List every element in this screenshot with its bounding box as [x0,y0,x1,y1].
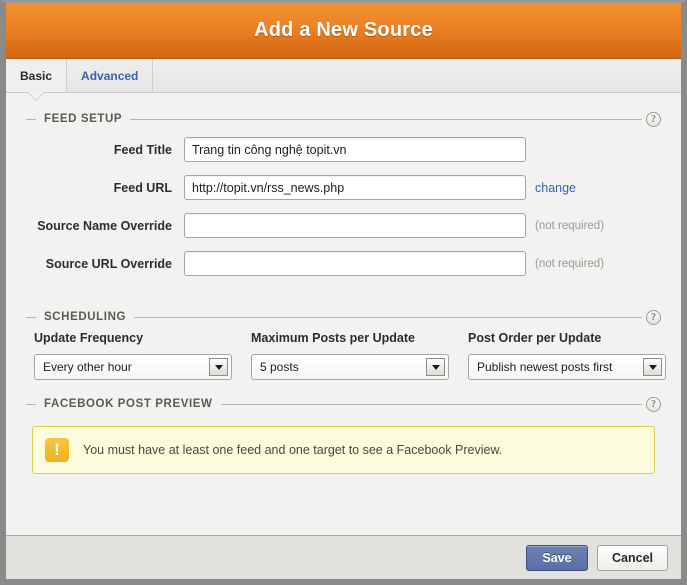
section-scheduling-legend: SCHEDULING [44,311,127,323]
feed-url-label: Feed URL [113,180,172,195]
chevron-down-icon[interactable] [209,358,228,376]
source-url-override-label: Source URL Override [45,256,172,271]
tab-basic[interactable]: Basic [6,59,68,100]
tab-advanced[interactable]: Advanced [67,59,154,92]
scheduling-controls: Update Frequency Every other hour Maximu… [26,325,666,390]
section-facebook-preview-legend: FACEBOOK POST PREVIEW [44,398,213,410]
feed-title-input[interactable] [184,137,526,162]
facebook-preview-warning-text: You must have at least one feed and one … [83,443,503,457]
max-posts-value: 5 posts [260,360,299,374]
section-scheduling-header: SCHEDULING ? [26,309,661,325]
dialog-footer: Save Cancel [6,535,681,579]
help-icon[interactable]: ? [646,111,661,127]
tab-basic-label: Basic [20,68,53,83]
source-name-override-hint: (not required) [535,219,605,232]
update-frequency-group: Update Frequency Every other hour [34,331,232,380]
section-feed-setup-legend: FEED SETUP [44,113,123,125]
source-name-override-input[interactable] [184,213,526,238]
max-posts-select[interactable]: 5 posts [251,354,449,380]
dialog-body: FEED SETUP ? Feed Title Feed URL change … [6,93,681,535]
source-url-override-hint: (not required) [535,257,605,270]
section-feed-setup: FEED SETUP ? Feed Title Feed URL change … [26,111,661,303]
dialog-titlebar: Add a New Source [6,3,681,59]
warning-icon: ! [45,438,69,462]
save-button[interactable]: Save [526,544,588,571]
facebook-preview-warning: ! You must have at least one feed and on… [32,426,655,474]
field-row-source-url-override: Source URL Override (not required) [26,251,661,276]
chevron-down-icon[interactable] [426,358,445,376]
help-icon[interactable]: ? [646,309,661,325]
divider [26,316,36,318]
update-frequency-select[interactable]: Every other hour [34,354,232,380]
divider [26,118,36,120]
chevron-down-icon[interactable] [643,358,662,376]
add-source-dialog: Add a New Source Basic Advanced FEED SET… [0,0,687,585]
post-order-group: Post Order per Update Publish newest pos… [468,331,666,380]
divider [130,118,642,120]
tab-advanced-label: Advanced [81,68,139,83]
help-icon[interactable]: ? [646,396,661,412]
change-feed-url-link[interactable]: change [535,181,576,195]
active-tab-pointer-icon [28,92,45,100]
max-posts-group: Maximum Posts per Update 5 posts [251,331,449,380]
post-order-label: Post Order per Update [468,331,602,345]
update-frequency-label: Update Frequency [34,331,144,345]
update-frequency-value: Every other hour [43,360,132,374]
source-name-override-label: Source Name Override [37,218,172,233]
divider [220,403,642,405]
dialog-title: Add a New Source [254,19,433,41]
source-url-override-input[interactable] [184,251,526,276]
post-order-select[interactable]: Publish newest posts first [468,354,666,380]
tab-bar: Basic Advanced [6,59,681,100]
field-row-source-name-override: Source Name Override (not required) [26,213,661,238]
feed-url-input[interactable] [184,175,526,200]
section-feed-setup-body: Feed Title Feed URL change Source Name O… [26,127,661,303]
divider [26,403,36,405]
max-posts-label: Maximum Posts per Update [251,331,415,345]
field-row-feed-url: Feed URL change [26,175,661,200]
section-scheduling: SCHEDULING ? Update Frequency Every othe… [26,309,666,390]
feed-title-label: Feed Title [113,142,172,157]
field-row-feed-title: Feed Title [26,137,661,162]
section-facebook-preview-header: FACEBOOK POST PREVIEW ? [26,396,661,412]
section-facebook-preview: FACEBOOK POST PREVIEW ? ! You must have … [26,396,661,474]
cancel-button[interactable]: Cancel [597,544,668,571]
section-feed-setup-header: FEED SETUP ? [26,111,661,127]
divider [134,316,642,318]
post-order-value: Publish newest posts first [477,360,613,374]
